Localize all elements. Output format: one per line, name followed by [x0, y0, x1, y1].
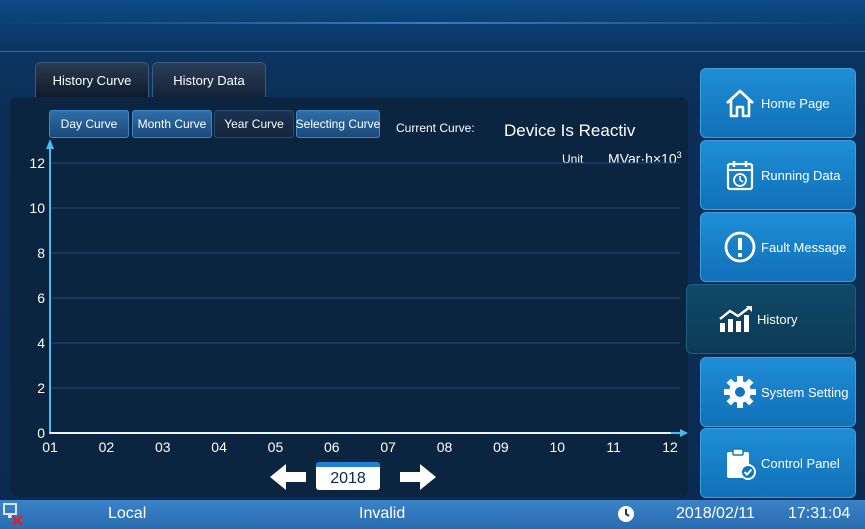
- x-tick-label: 05: [268, 439, 284, 455]
- clock-icon: [618, 506, 634, 522]
- trend-chart-icon: [717, 301, 755, 337]
- sidebar-item-label: Control Panel: [761, 455, 840, 471]
- next-year-arrow-icon[interactable]: [400, 464, 436, 490]
- x-tick-label: 09: [493, 439, 509, 455]
- data-point: [612, 432, 615, 434]
- x-tick-label: 11: [606, 439, 621, 455]
- x-tick-label: 12: [662, 439, 678, 455]
- sidebar-item-label: System Setting: [761, 384, 849, 400]
- screen: History Curve History Data Day Curve Mon…: [0, 0, 865, 529]
- sidebar-item-label: Home Page: [761, 95, 830, 111]
- x-tick-label: 08: [437, 439, 453, 455]
- data-point: [105, 432, 108, 434]
- data-point: [499, 432, 502, 434]
- sidebar-item-running-data[interactable]: Running Data: [700, 140, 856, 210]
- x-tick-label: 04: [211, 439, 227, 455]
- sidebar-item-label: History: [757, 311, 798, 327]
- gear-icon: [721, 374, 759, 410]
- x-tick-label: 03: [155, 439, 171, 455]
- exclamation-circle-icon: [721, 229, 759, 265]
- data-point: [443, 432, 446, 434]
- x-axis-arrow: [680, 429, 688, 437]
- data-point: [161, 432, 164, 434]
- y-tick-label: 6: [37, 290, 45, 306]
- x-tick-label: 02: [99, 439, 115, 455]
- data-point: [669, 432, 671, 434]
- y-tick-label: 12: [29, 155, 45, 171]
- y-tick-label: 10: [29, 200, 45, 216]
- y-tick-label: 8: [37, 245, 45, 261]
- sidebar-item-fault-message[interactable]: Fault Message: [700, 212, 856, 282]
- network-disconnected-icon: [3, 503, 23, 526]
- status-date: 2018/02/11: [676, 505, 755, 522]
- sidebar-item-home-page[interactable]: Home Page: [700, 68, 856, 138]
- sidebar-item-history[interactable]: History: [686, 284, 856, 354]
- y-axis-arrow: [46, 139, 54, 149]
- status-bar: Local Invalid 2018/02/11 17:31:04: [0, 500, 865, 529]
- data-point: [274, 432, 277, 434]
- year-selector[interactable]: 2018: [316, 462, 380, 490]
- x-tick-label: 01: [42, 439, 58, 455]
- x-tick-label: 06: [324, 439, 340, 455]
- sidebar-item-label: Running Data: [761, 167, 841, 183]
- calendar-clock-icon: [721, 157, 759, 193]
- device-state: Invalid: [359, 505, 406, 522]
- sidebar-item-label: Fault Message: [761, 239, 847, 255]
- y-tick-label: 2: [37, 380, 45, 396]
- sidebar-item-control-panel[interactable]: Control Panel: [700, 428, 856, 498]
- data-point: [49, 432, 51, 434]
- status-time: 17:31:04: [788, 505, 851, 522]
- data-point: [330, 432, 333, 434]
- clipboard-check-icon: [721, 445, 759, 481]
- x-tick-label: 10: [549, 439, 565, 455]
- sidebar-item-system-setting[interactable]: System Setting: [700, 357, 856, 427]
- y-tick-label: 4: [37, 335, 45, 351]
- data-point: [218, 432, 221, 434]
- mode-status: Local: [108, 505, 147, 522]
- data-point: [387, 432, 390, 434]
- x-tick-label: 07: [380, 439, 396, 455]
- data-point: [556, 432, 559, 434]
- home-icon: [721, 85, 759, 121]
- previous-year-arrow-icon[interactable]: [270, 464, 306, 490]
